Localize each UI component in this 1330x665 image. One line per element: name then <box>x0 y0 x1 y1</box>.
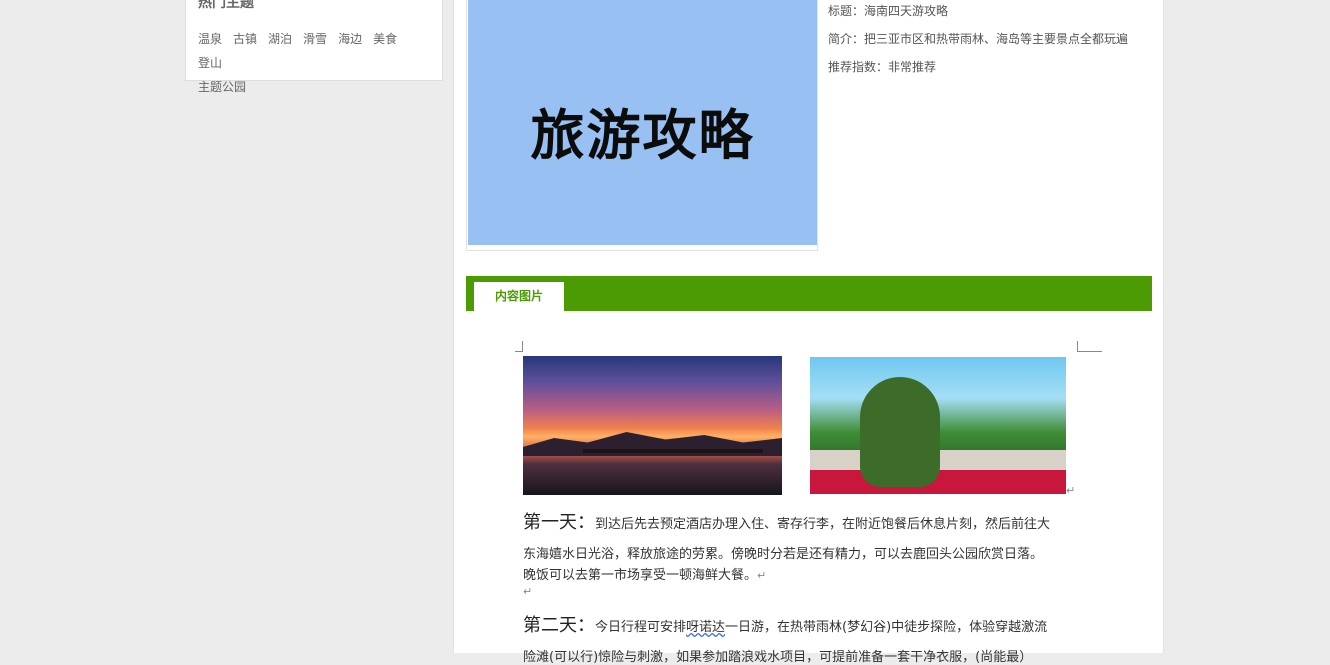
sunset-pier-photo <box>523 356 782 495</box>
day2-label: 第二天： <box>523 615 595 636</box>
doc-corner-mark-left <box>515 341 523 352</box>
doc-corner-mark-right <box>1077 341 1102 352</box>
meta-title: 标题：海南四天游攻略 <box>828 4 949 18</box>
article-main: 旅游攻略 标题：海南四天游攻略 简介：把三亚市区和热带雨林、海岛等主要景点全都玩… <box>453 0 1164 665</box>
cover-image[interactable]: 旅游攻略 <box>468 0 817 245</box>
day2-spellcheck-word: 呀诺达 <box>686 620 726 635</box>
meta-rating: 推荐指数：非常推荐 <box>828 60 937 74</box>
day1-line3: 晚饭可以去第一市场享受一顿海鲜大餐。 <box>523 568 758 583</box>
day2-line2: 险滩(可以行)惊险与刺激，如果参加踏浪戏水项目，可提前准备一套干净衣服，(尚能最… <box>523 650 1033 665</box>
photo-topiary-hand <box>860 377 940 487</box>
paragraph-mark-icon: ↵ <box>757 569 767 582</box>
topic-tag-list: 温泉 古镇 湖泊 滑雪 海边 美食登山主题公园 <box>198 27 438 99</box>
topic-tag[interactable]: 美食 <box>373 32 397 46</box>
day2-line1-post: 一日游，在热带雨林(梦幻谷)中徒步探险，体验穿越激流 <box>725 620 1048 635</box>
paragraph-mark-icon: ↵ <box>1066 484 1076 497</box>
day2-line1-pre: 今日行程可安排 <box>595 620 687 635</box>
topic-tag[interactable]: 古镇 <box>233 32 257 46</box>
photo-pier <box>583 449 763 453</box>
topic-tag[interactable]: 海边 <box>338 32 362 46</box>
cover-title: 旅游攻略 <box>530 103 755 167</box>
topic-tag[interactable]: 主题公园 <box>198 80 246 94</box>
cover-image-frame: 旅游攻略 <box>466 0 818 251</box>
content-tab-bar: 内容图片 <box>466 276 1152 311</box>
meta-intro: 简介：把三亚市区和热带雨林、海岛等主要景点全都玩遍 <box>828 32 1129 46</box>
topic-tag[interactable]: 登山 <box>198 56 222 70</box>
paragraph-mark-icon: ↵ <box>523 585 533 598</box>
day1-line1: 到达后先去预定酒店办理入住、寄存行李，在附近饱餐后休息片刻，然后前往大 <box>595 517 1051 532</box>
topiary-hand-garden-photo <box>810 357 1066 494</box>
tab-content-images[interactable]: 内容图片 <box>474 282 564 311</box>
hot-topics-panel: 热门主题 温泉 古镇 湖泊 滑雪 海边 美食登山主题公园 <box>185 0 443 94</box>
day1-line2: 东海嬉水日光浴，释放旅途的劳累。傍晚时分若是还有精力，可以去鹿回头公园欣赏日落。 <box>523 547 1044 562</box>
day1-label: 第一天： <box>523 512 595 533</box>
topic-tag[interactable]: 湖泊 <box>268 32 292 46</box>
hot-topics-title: 热门主题 <box>198 0 254 11</box>
topic-tag[interactable]: 滑雪 <box>303 32 327 46</box>
topic-tag[interactable]: 温泉 <box>198 32 222 46</box>
